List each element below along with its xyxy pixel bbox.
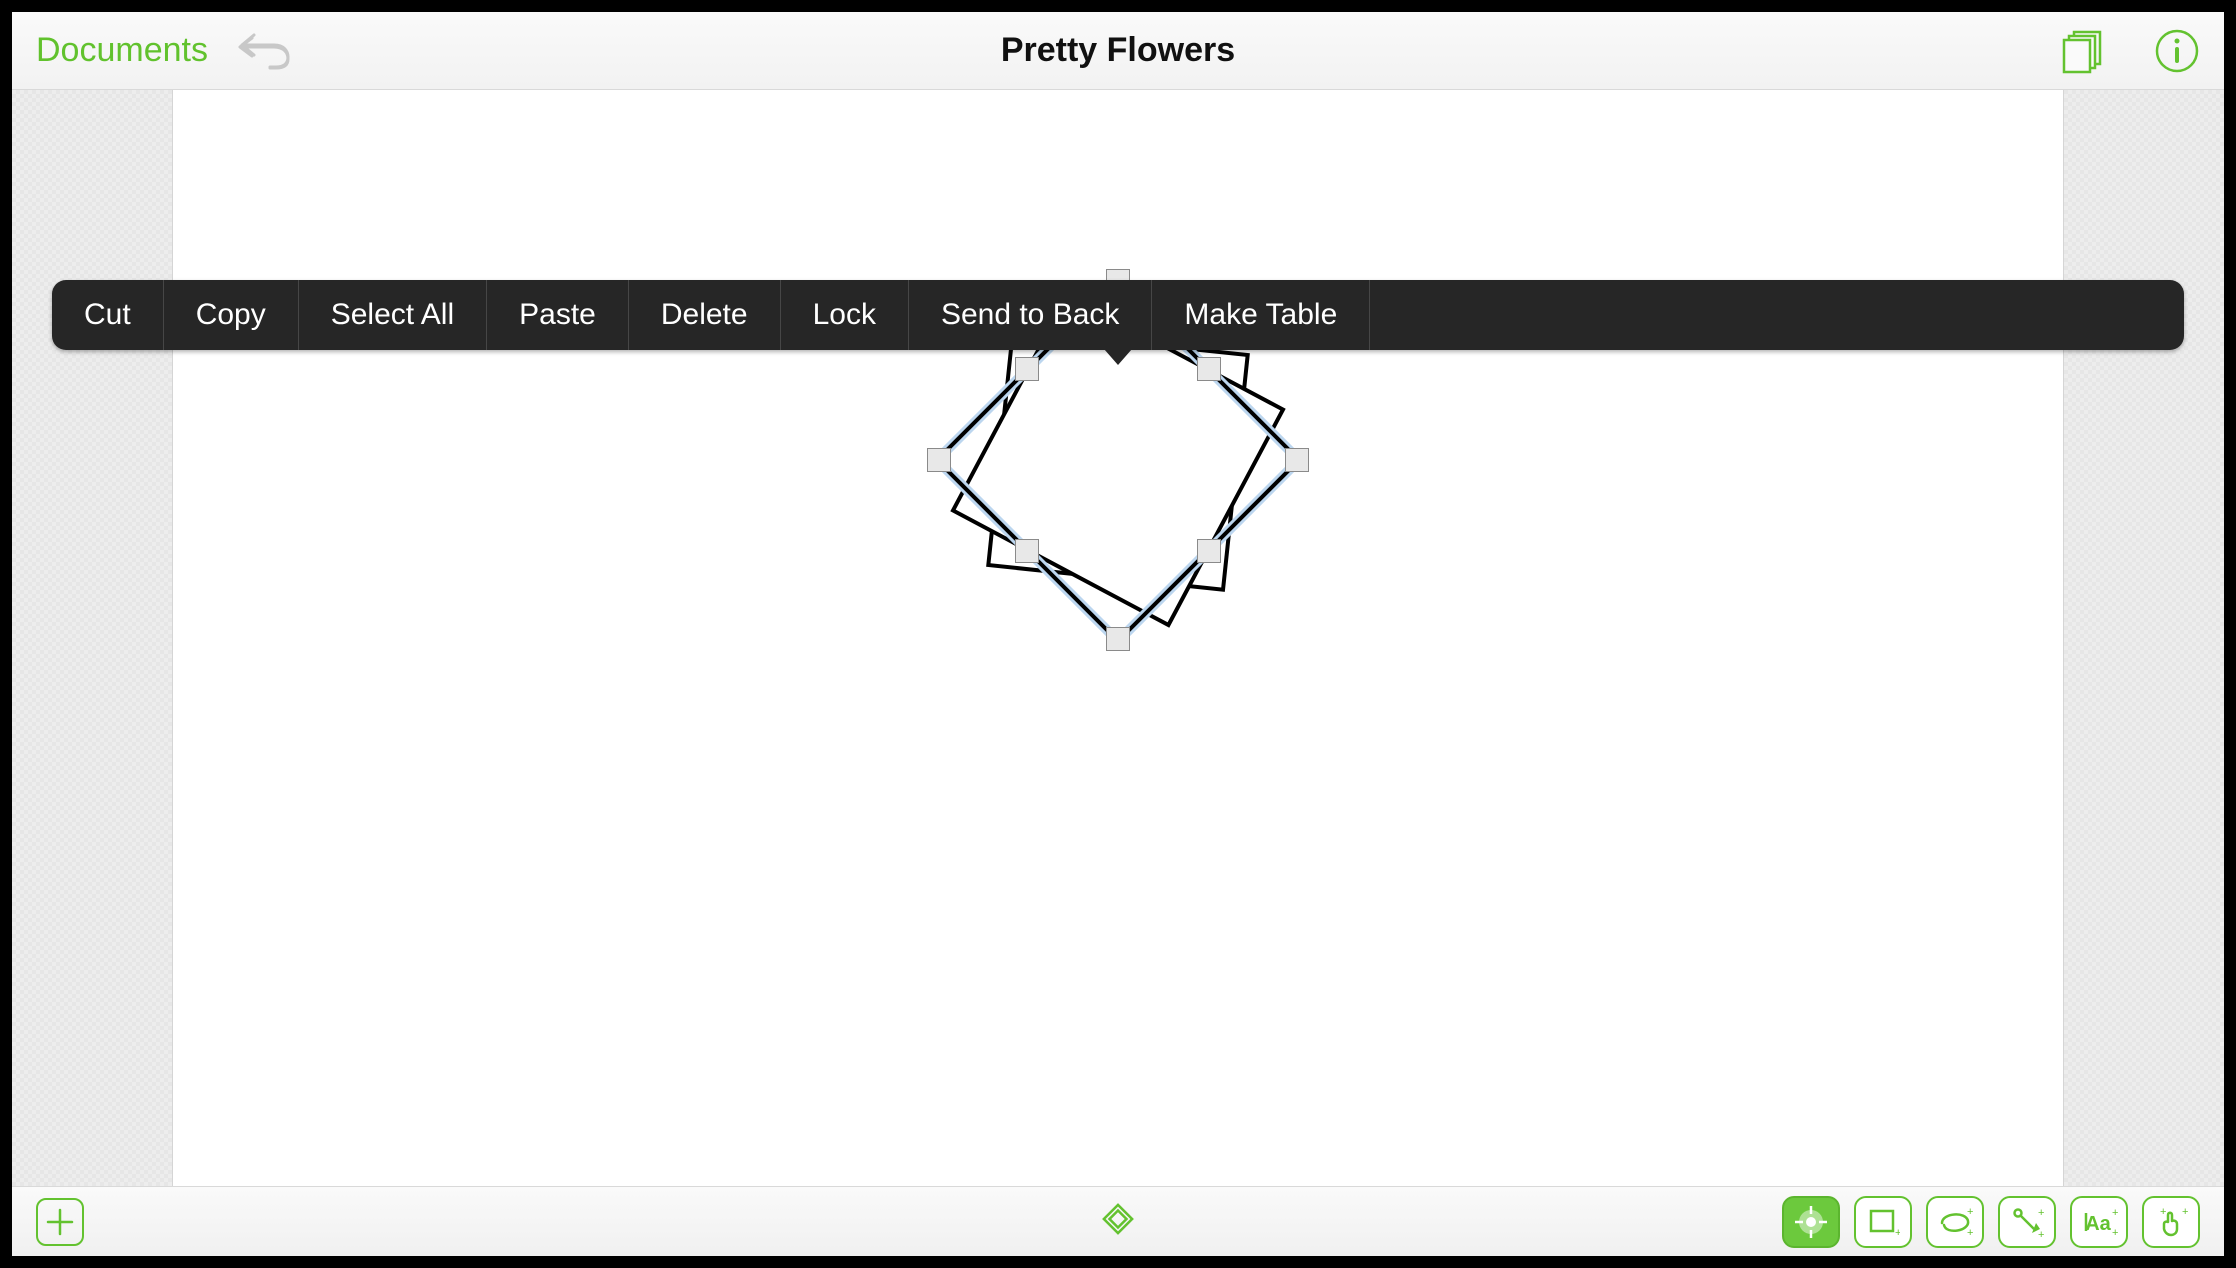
line-tool-button[interactable]: + + <box>1998 1196 2056 1248</box>
selection-handle[interactable] <box>1197 539 1221 563</box>
stencils-icon[interactable] <box>2060 28 2106 74</box>
selection-handle[interactable] <box>1015 539 1039 563</box>
svg-text:+: + <box>2160 1206 2166 1218</box>
rectangle-tool-button[interactable]: + <box>1854 1196 1912 1248</box>
selection-handle[interactable] <box>1285 448 1309 472</box>
workspace: Cut Copy Select All Paste Delete Lock Se… <box>12 90 2224 1186</box>
text-tool-button[interactable]: Aa + + <box>2070 1196 2128 1248</box>
context-menu-select-all[interactable]: Select All <box>299 280 487 350</box>
svg-text:+: + <box>2112 1227 2118 1239</box>
context-menu: Cut Copy Select All Paste Delete Lock Se… <box>52 280 2184 350</box>
svg-text:+: + <box>1967 1206 1973 1218</box>
svg-text:+: + <box>1967 1227 1973 1239</box>
svg-text:+: + <box>2182 1206 2188 1218</box>
context-menu-copy[interactable]: Copy <box>164 280 299 350</box>
documents-link[interactable]: Documents <box>36 31 208 70</box>
selection-handle[interactable] <box>1015 357 1039 381</box>
document-title: Pretty Flowers <box>1001 31 1235 70</box>
context-menu-make-table[interactable]: Make Table <box>1152 280 1370 350</box>
info-icon[interactable] <box>2154 28 2200 74</box>
svg-text:+: + <box>2112 1207 2118 1219</box>
svg-text:+: + <box>2038 1207 2044 1219</box>
svg-text:+: + <box>1895 1227 1900 1239</box>
touch-tool-button[interactable]: + + <box>2142 1196 2200 1248</box>
svg-text:Aa: Aa <box>2085 1213 2111 1235</box>
selection-handle[interactable] <box>927 448 951 472</box>
selection-handle[interactable] <box>1197 357 1221 381</box>
shape-type-indicator[interactable] <box>1101 1202 1135 1241</box>
context-menu-paste[interactable]: Paste <box>487 280 629 350</box>
context-menu-more[interactable] <box>1370 280 1434 350</box>
context-menu-send-to-back[interactable]: Send to Back <box>909 280 1152 350</box>
drawing-mode-button[interactable] <box>1782 1196 1840 1248</box>
svg-text:+: + <box>2038 1229 2044 1239</box>
selection-handle[interactable] <box>1106 627 1130 651</box>
context-menu-lock[interactable]: Lock <box>781 280 909 350</box>
context-menu-delete[interactable]: Delete <box>629 280 781 350</box>
bottom-toolbar: + + + + + <box>12 1186 2224 1256</box>
context-menu-cut[interactable]: Cut <box>52 280 164 350</box>
canvas[interactable] <box>172 90 2064 1186</box>
undo-icon[interactable] <box>236 31 292 71</box>
add-button[interactable] <box>36 1198 84 1246</box>
context-menu-pointer <box>1104 349 1132 365</box>
top-toolbar: Documents Pretty Flowers <box>12 12 2224 90</box>
freehand-tool-button[interactable]: + + <box>1926 1196 1984 1248</box>
